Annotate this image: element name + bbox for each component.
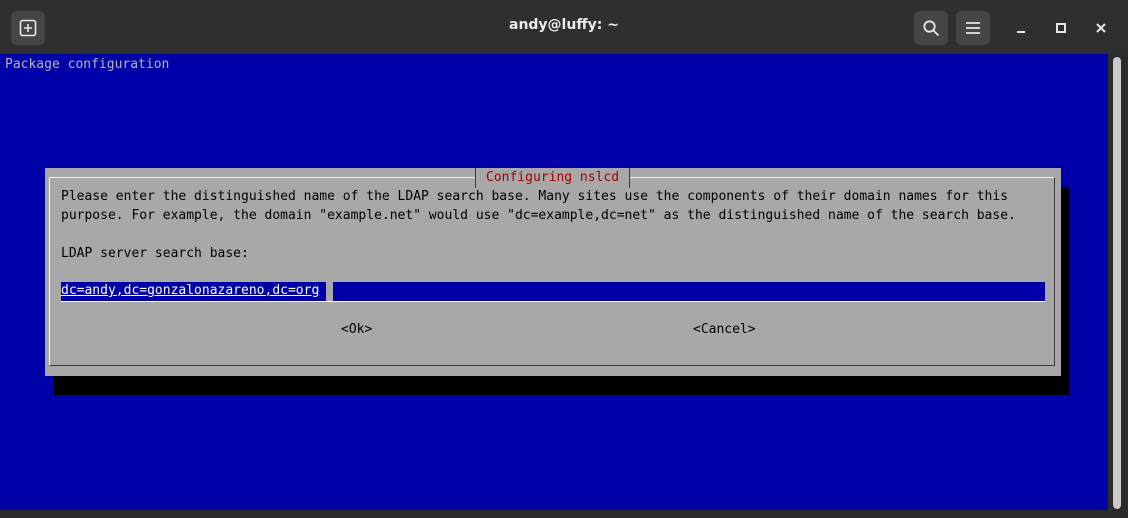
scrollbar-thumb[interactable] (1113, 57, 1121, 509)
scrollbar[interactable] (1108, 54, 1128, 514)
dialog-description-line-2: purpose. For example, the domain "exampl… (61, 208, 1016, 223)
minimize-button[interactable] (1010, 17, 1032, 39)
title-bar: andy@luffy: ~ (0, 0, 1128, 55)
close-button[interactable] (1090, 17, 1112, 39)
search-button[interactable] (914, 11, 948, 45)
package-configuration-header: Package configuration (5, 57, 170, 72)
maximize-icon (1056, 23, 1066, 33)
menu-button[interactable] (956, 11, 990, 45)
text-cursor (326, 282, 333, 301)
cancel-button[interactable]: <Cancel> (693, 322, 756, 337)
search-base-prompt: LDAP server search base: (61, 246, 249, 261)
dialog-border (49, 177, 1055, 366)
dialog-description-line-1: Please enter the distinguished name of t… (61, 189, 1009, 204)
search-base-input-value: dc=andy,dc=gonzalonazareno,dc=org (61, 283, 320, 298)
configuring-dialog: Configuring nslcd Please enter the disti… (45, 168, 1061, 376)
maximize-button[interactable] (1050, 17, 1072, 39)
bottom-strip (0, 510, 1128, 518)
minimize-icon (1017, 31, 1025, 33)
close-icon (1096, 23, 1106, 33)
dialog-title: Configuring nslcd (475, 168, 631, 188)
search-icon (923, 20, 940, 37)
search-base-input[interactable]: dc=andy,dc=gonzalonazareno,dc=org (61, 282, 1045, 302)
ok-button[interactable]: <Ok> (341, 322, 372, 337)
hamburger-menu-icon (966, 22, 980, 34)
